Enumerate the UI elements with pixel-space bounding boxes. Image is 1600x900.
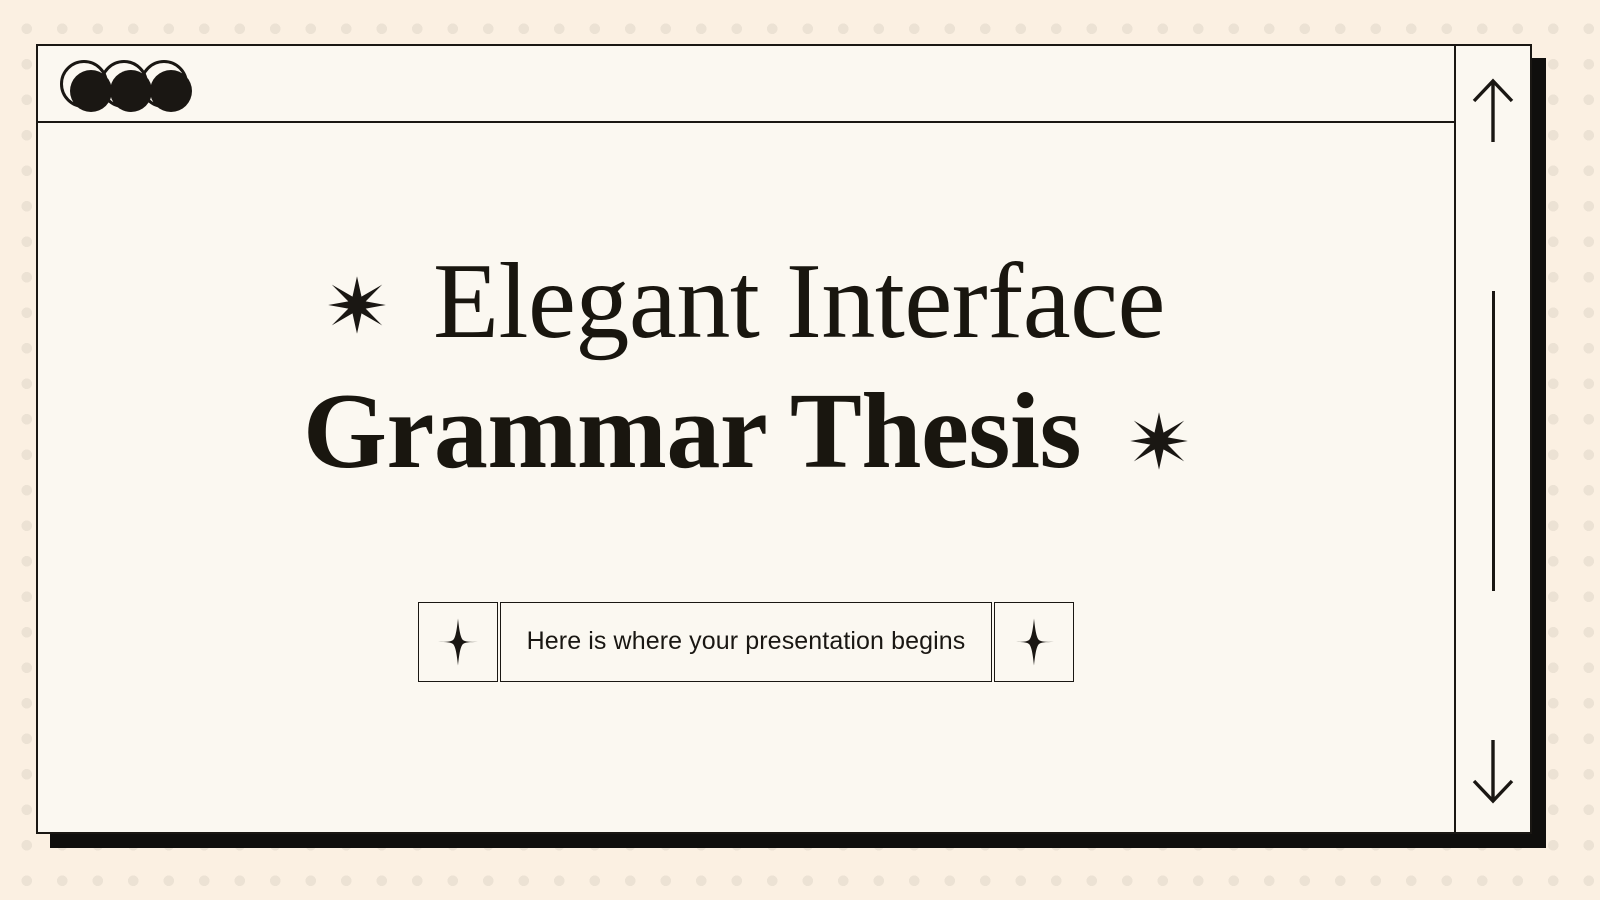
arrow-down-icon xyxy=(1472,740,1514,804)
four-pointed-sparkle-icon xyxy=(434,617,482,666)
window-main-area: Elegant Interface Grammar Thesis Here is… xyxy=(38,46,1456,832)
slide-title-block: Elegant Interface Grammar Thesis xyxy=(38,241,1454,491)
page-title-line-2: Grammar Thesis xyxy=(302,371,1082,491)
subtitle-star-right xyxy=(994,601,1075,682)
subtitle-text-box: Here is where your presentation begins xyxy=(499,601,993,682)
slide-subtitle-group: Here is where your presentation begins xyxy=(417,601,1075,682)
six-pointed-star-icon xyxy=(1129,411,1189,471)
slide-title-line-2: Grammar Thesis xyxy=(38,371,1454,491)
four-pointed-sparkle-icon xyxy=(1010,617,1058,666)
scrollbar-thumb[interactable] xyxy=(1491,291,1495,591)
slide-subtitle: Here is where your presentation begins xyxy=(526,627,966,655)
scroll-up-button[interactable] xyxy=(1470,78,1516,144)
window-control-close[interactable] xyxy=(60,59,108,108)
arrow-up-icon xyxy=(1472,78,1514,142)
six-pointed-star-icon xyxy=(327,275,387,335)
subtitle-star-left xyxy=(417,601,498,682)
window-titlebar xyxy=(38,46,1454,123)
slide-content: Elegant Interface Grammar Thesis Here is… xyxy=(38,123,1454,832)
page-title-line-1: Elegant Interface xyxy=(433,241,1166,361)
window-controls-group xyxy=(60,58,188,110)
vertical-scrollbar[interactable] xyxy=(1456,46,1530,832)
scroll-down-button[interactable] xyxy=(1470,738,1516,804)
presentation-window: Elegant Interface Grammar Thesis Here is… xyxy=(36,44,1532,834)
slide-title-line-1: Elegant Interface xyxy=(38,241,1454,361)
